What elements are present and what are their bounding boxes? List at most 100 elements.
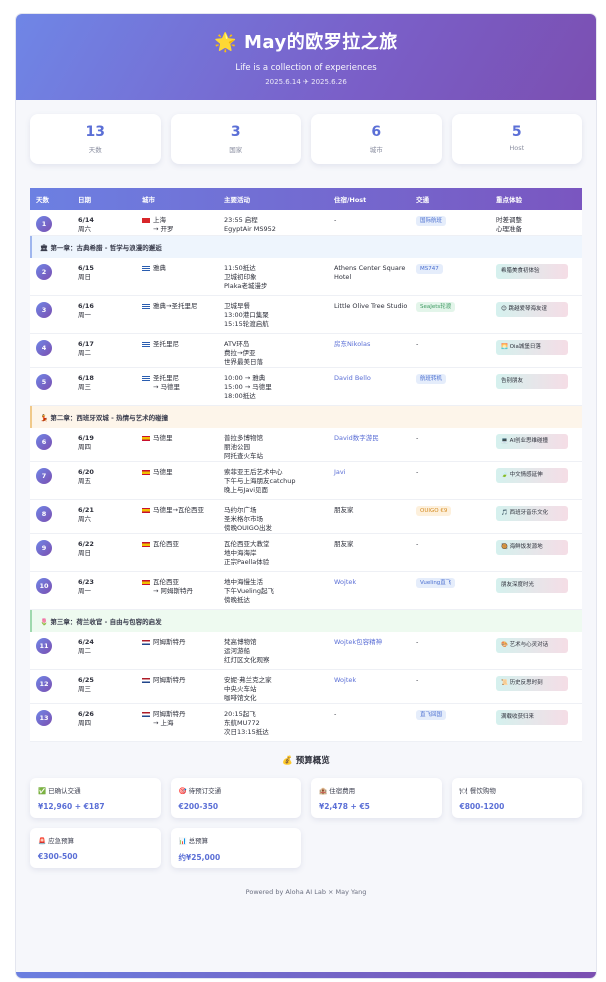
table-row: 9 6/22 周日 瓦伦西亚 瓦伦西亚大教堂 地中海海岸 正宗Paella体验 朋友家 - 🥘 海… — [30, 534, 582, 572]
city-name: 圣托里尼 — [153, 340, 179, 348]
city-line: 雅典 — [142, 264, 220, 273]
activity-cell: 普拉多博物馆 丽池公园 阿托查火车站 — [220, 434, 330, 461]
activity-cell: 23:55 启程 EgyptAir MS952 — [220, 216, 330, 234]
host-cell[interactable]: Wojtek包容精神 — [330, 638, 412, 647]
table-row: 7 6/20 周五 马德里 索菲亚王后艺术中心 下午与上海朋友catchup 晚上与Javi… — [30, 462, 582, 500]
highlight-line: 时差调整 — [496, 216, 522, 224]
city-cell: 阿姆斯特丹 — [138, 676, 220, 685]
chapter-divider: 🌷 第三章：荷兰收官 - 自由与包容的启发 — [30, 610, 582, 632]
transport-text: - — [416, 540, 419, 548]
city-name: 雅典 — [153, 264, 166, 272]
host-cell: - — [334, 216, 337, 224]
activity-line: 咖啡馆文化 — [224, 694, 257, 702]
weekday-text: 周三 — [78, 383, 91, 391]
date-text: 6/16 — [78, 302, 94, 310]
host-cell[interactable]: Wojtek — [330, 676, 412, 685]
day-cell: 9 — [30, 540, 72, 556]
transport-cell: MS747 — [412, 264, 492, 274]
activity-line: 费拉→伊亚 — [224, 349, 256, 357]
day-number-badge: 9 — [36, 540, 52, 556]
highlight-cell: 希腊美食初体验 — [492, 264, 582, 279]
transport-cell: 直飞回国 — [412, 710, 492, 720]
host-cell[interactable]: David Bello — [330, 374, 412, 383]
city-cell: 瓦伦西亚 — [138, 540, 220, 549]
city-destination: → 上海 — [153, 719, 174, 727]
date-cell: 6/16 周一 — [72, 302, 138, 320]
footer-credit: Powered by Aloha AI Lab × May Yang — [245, 888, 367, 896]
flag-icon — [142, 507, 150, 513]
weekday-text: 周五 — [78, 477, 91, 485]
highlight-cell: 告别朋友 — [492, 374, 582, 389]
transport-cell: Vueling直飞 — [412, 578, 492, 588]
transport-cell: - — [412, 638, 492, 647]
transport-chip: 国际航班 — [416, 216, 447, 226]
activity-line: 傍晚OUIGO出发 — [224, 524, 272, 532]
stat-number: 5 — [511, 124, 522, 140]
city-cell: 马德里 — [138, 468, 220, 477]
city-line: 马德里→瓦伦西亚 — [142, 506, 220, 515]
transport-cell: - — [412, 434, 492, 443]
weekday-text: 周六 — [78, 225, 91, 233]
stat-label: 天数 — [88, 146, 102, 154]
city-name: 马德里 — [153, 434, 173, 442]
budget-card: 🍽 餐饮购物 €800-1200 — [451, 778, 582, 818]
activity-line: 23:55 启程 — [224, 216, 258, 224]
activity-cell: 卫城早餐 13:00港口集聚 15:15轮渡启航 — [220, 302, 330, 329]
highlight-cell: 🎨 艺术与心灵对话 — [492, 638, 582, 653]
day-number-badge: 4 — [36, 340, 52, 356]
host-cell[interactable]: Wojtek — [330, 578, 412, 587]
host-cell: 朋友家 — [334, 540, 354, 548]
flag-icon — [142, 469, 150, 475]
hero-header: 🌟 May的欧罗拉之旅 Life is a collection of expe… — [16, 14, 596, 100]
city-line: 雅典→圣托里尼 — [142, 302, 220, 311]
transport-text: - — [416, 434, 419, 442]
date-cell: 6/21 周六 — [72, 506, 138, 524]
city-line: 马德里 — [142, 434, 220, 443]
host-cell: - — [334, 710, 337, 718]
transport-chip: OUIGO €9 — [416, 506, 452, 516]
day-number-badge: 12 — [36, 676, 52, 692]
budget-label: 🚨 应急预算 — [38, 837, 75, 845]
host-cell: Little Olive Tree Studio — [334, 302, 408, 310]
transport-cell: OUIGO €9 — [412, 506, 492, 516]
stat-number: 6 — [371, 124, 382, 140]
day-cell: 12 — [30, 676, 72, 692]
highlight-tag: 🍃 中文情感延伸 — [496, 468, 568, 483]
highlight-tag: 🥘 海鲜饭发源地 — [496, 540, 568, 555]
transport-cell: 航班转机 — [412, 374, 492, 384]
budget-label: ✅ 已确认交通 — [38, 787, 81, 795]
highlight-tag: 😊 跳越爱琴海友谊 — [496, 302, 568, 317]
stat-label: Host — [509, 144, 525, 152]
city-line: 阿姆斯特丹 — [142, 638, 220, 647]
weekday-text: 周四 — [78, 443, 91, 451]
activity-line: 红灯区文化观察 — [224, 656, 270, 664]
day-cell: 13 — [30, 710, 72, 726]
budget-value: €800-1200 — [459, 802, 505, 811]
city-line: 上海 — [142, 216, 220, 225]
city-cell: 圣托里尼 → 马德里 — [138, 374, 220, 392]
host-cell[interactable]: 房东Nikolas — [330, 340, 412, 349]
highlight-line: 心理准备 — [496, 225, 522, 233]
date-cell: 6/24 周二 — [72, 638, 138, 656]
activity-cell: 瓦伦西亚大教堂 地中海海岸 正宗Paella体验 — [220, 540, 330, 567]
host-cell[interactable]: David数字游民 — [330, 434, 412, 443]
host-cell[interactable]: Javi — [330, 468, 412, 477]
budget-value: €200-350 — [178, 802, 219, 811]
flag-icon — [142, 265, 150, 271]
highlight-cell: 🥘 海鲜饭发源地 — [492, 540, 582, 555]
date-text: 6/15 — [78, 264, 94, 272]
activity-line: 安妮·弗兰克之家 — [224, 676, 272, 684]
activity-line: 晚上与Javi见面 — [224, 486, 269, 494]
activity-line: 地中海海岸 — [224, 549, 257, 557]
table-row: 1 6/14 周六 上海 → 开罗 23:55 启程 EgyptAir MS952- 国际航班… — [30, 210, 582, 236]
highlight-cell: 😊 跳越爱琴海友谊 — [492, 302, 582, 317]
day-number-badge: 8 — [36, 506, 52, 522]
transport-chip: SeaJets轮渡 — [416, 302, 456, 312]
city-name: 阿姆斯特丹 — [153, 710, 186, 718]
activity-line: 15:00 → 马德里 — [224, 383, 272, 391]
day-number-badge: 1 — [36, 216, 52, 232]
highlight-tag: 朋友深度时光 — [496, 578, 568, 593]
day-number-badge: 6 — [36, 434, 52, 450]
city-cell: 阿姆斯特丹 — [138, 638, 220, 647]
activity-cell: 马约尔广场 圣米格尔市场 傍晚OUIGO出发 — [220, 506, 330, 533]
